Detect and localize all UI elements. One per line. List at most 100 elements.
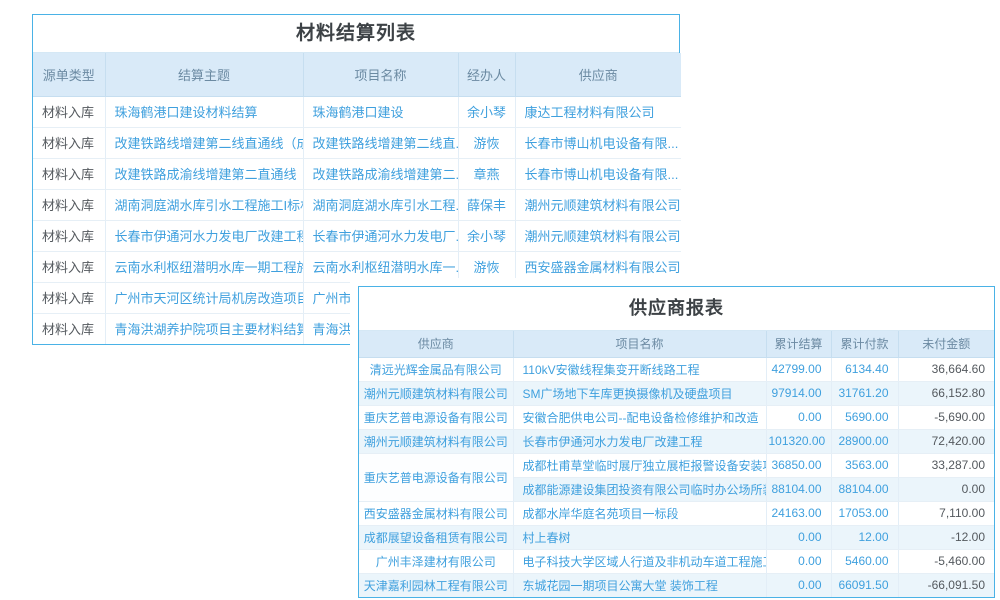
cell-type: 材料入库 bbox=[33, 282, 105, 313]
cell-settled[interactable]: 97914.00 bbox=[766, 381, 831, 405]
cell-supplier[interactable]: 重庆艺普电源设备有限公司 bbox=[359, 453, 513, 501]
cell-project[interactable]: 改建铁路成渝线增建第二... bbox=[303, 158, 458, 189]
col-header-total-paid: 累计付款 bbox=[831, 331, 898, 357]
cell-project[interactable]: 长春市伊通河水力发电厂改建工程 bbox=[513, 429, 766, 453]
cell-handler[interactable]: 章燕 bbox=[458, 158, 515, 189]
cell-subject[interactable]: 改建铁路线增建第二线直通线（成... bbox=[105, 127, 303, 158]
cell-unpaid: 36,664.60 bbox=[898, 357, 994, 381]
cell-paid[interactable]: 12.00 bbox=[831, 525, 898, 549]
cell-subject[interactable]: 湖南洞庭湖水库引水工程施工I标材... bbox=[105, 189, 303, 220]
cell-project[interactable]: 成都能源建设集团投资有限公司临时办公场所装 bbox=[513, 477, 766, 501]
cell-project[interactable]: 成都水岸华庭名苑项目一标段 bbox=[513, 501, 766, 525]
table-row: 材料入库湖南洞庭湖水库引水工程施工I标材...湖南洞庭湖水库引水工程...薛保丰… bbox=[33, 189, 681, 220]
col-header-unpaid-amount: 未付金额 bbox=[898, 331, 994, 357]
cell-supplier[interactable]: 长春市博山机电设备有限... bbox=[515, 158, 681, 189]
cell-subject[interactable]: 珠海鹤港口建设材料结算 bbox=[105, 96, 303, 127]
cell-settled[interactable]: 88104.00 bbox=[766, 477, 831, 501]
cell-supplier[interactable]: 重庆艺普电源设备有限公司 bbox=[359, 405, 513, 429]
supplier-report-header: 供应商 项目名称 累计结算 累计付款 未付金额 bbox=[359, 331, 994, 357]
cell-supplier[interactable]: 潮州元顺建筑材料有限公司 bbox=[515, 189, 681, 220]
cell-supplier[interactable]: 康达工程材料有限公司 bbox=[515, 96, 681, 127]
cell-type: 材料入库 bbox=[33, 127, 105, 158]
cell-supplier[interactable]: 潮州元顺建筑材料有限公司 bbox=[515, 220, 681, 251]
cell-paid[interactable]: 66091.50 bbox=[831, 573, 898, 597]
col-header-supplier: 供应商 bbox=[515, 53, 681, 96]
cell-project[interactable]: 东城花园一期项目公寓大堂 装饰工程 bbox=[513, 573, 766, 597]
cell-supplier[interactable]: 西安盛器金属材料有限公司 bbox=[515, 251, 681, 282]
cell-project[interactable]: 长春市伊通河水力发电厂... bbox=[303, 220, 458, 251]
col-header-handler: 经办人 bbox=[458, 53, 515, 96]
cell-unpaid: 72,420.00 bbox=[898, 429, 994, 453]
cell-unpaid: 66,152.80 bbox=[898, 381, 994, 405]
col-header-settlement-subject: 结算主题 bbox=[105, 53, 303, 96]
cell-handler[interactable]: 游恢 bbox=[458, 251, 515, 282]
cell-project[interactable]: 村上春树 bbox=[513, 525, 766, 549]
table-row: 重庆艺普电源设备有限公司安徽合肥供电公司--配电设备检修维护和改造0.00569… bbox=[359, 405, 994, 429]
cell-type: 材料入库 bbox=[33, 158, 105, 189]
cell-project[interactable]: SM广场地下车库更换摄像机及硬盘项目 bbox=[513, 381, 766, 405]
supplier-report-body: 清远光辉金属品有限公司110kV安徽线程集变开断线路工程42799.006134… bbox=[359, 357, 994, 597]
cell-settled[interactable]: 0.00 bbox=[766, 549, 831, 573]
cell-project[interactable]: 改建铁路线增建第二线直... bbox=[303, 127, 458, 158]
cell-unpaid: -5,460.00 bbox=[898, 549, 994, 573]
cell-project[interactable]: 电子科技大学区域人行道及非机动车道工程施工 bbox=[513, 549, 766, 573]
supplier-report-title: 供应商报表 bbox=[359, 287, 994, 331]
cell-settled[interactable]: 0.00 bbox=[766, 525, 831, 549]
supplier-report-table: 供应商 项目名称 累计结算 累计付款 未付金额 清远光辉金属品有限公司110kV… bbox=[359, 331, 994, 597]
cell-settled[interactable]: 24163.00 bbox=[766, 501, 831, 525]
table-row: 西安盛器金属材料有限公司成都水岸华庭名苑项目一标段24163.0017053.0… bbox=[359, 501, 994, 525]
table-row: 材料入库长春市伊通河水力发电厂改建工程...长春市伊通河水力发电厂...余小琴潮… bbox=[33, 220, 681, 251]
cell-unpaid: -66,091.50 bbox=[898, 573, 994, 597]
cell-project[interactable]: 成都杜甫草堂临时展厅独立展柜报警设备安装项 bbox=[513, 453, 766, 477]
cell-paid[interactable]: 88104.00 bbox=[831, 477, 898, 501]
cell-settled[interactable]: 0.00 bbox=[766, 405, 831, 429]
cell-paid[interactable]: 17053.00 bbox=[831, 501, 898, 525]
cell-handler[interactable]: 余小琴 bbox=[458, 220, 515, 251]
table-row: 材料入库改建铁路成渝线增建第二直通线（...改建铁路成渝线增建第二...章燕长春… bbox=[33, 158, 681, 189]
cell-supplier[interactable]: 长春市博山机电设备有限... bbox=[515, 127, 681, 158]
cell-subject[interactable]: 长春市伊通河水力发电厂改建工程... bbox=[105, 220, 303, 251]
col-header-project-name: 项目名称 bbox=[513, 331, 766, 357]
cell-unpaid: 7,110.00 bbox=[898, 501, 994, 525]
cell-settled[interactable]: 42799.00 bbox=[766, 357, 831, 381]
cell-project[interactable]: 湖南洞庭湖水库引水工程... bbox=[303, 189, 458, 220]
cell-handler[interactable]: 薛保丰 bbox=[458, 189, 515, 220]
table-row: 成都展望设备租赁有限公司村上春树0.0012.00-12.00 bbox=[359, 525, 994, 549]
cell-supplier[interactable]: 西安盛器金属材料有限公司 bbox=[359, 501, 513, 525]
cell-handler[interactable]: 余小琴 bbox=[458, 96, 515, 127]
cell-subject[interactable]: 云南水利枢纽潜明水库一期工程施... bbox=[105, 251, 303, 282]
cell-project[interactable]: 安徽合肥供电公司--配电设备检修维护和改造 bbox=[513, 405, 766, 429]
cell-paid[interactable]: 3563.00 bbox=[831, 453, 898, 477]
cell-subject[interactable]: 广州市天河区统计局机房改造项目... bbox=[105, 282, 303, 313]
cell-supplier[interactable]: 潮州元顺建筑材料有限公司 bbox=[359, 381, 513, 405]
header-row: 源单类型 结算主题 项目名称 经办人 供应商 bbox=[33, 53, 681, 96]
cell-supplier[interactable]: 广州丰泽建材有限公司 bbox=[359, 549, 513, 573]
cell-settled[interactable]: 0.00 bbox=[766, 573, 831, 597]
cell-paid[interactable]: 5690.00 bbox=[831, 405, 898, 429]
table-row: 材料入库云南水利枢纽潜明水库一期工程施...云南水利枢纽潜明水库一...游恢西安… bbox=[33, 251, 681, 282]
table-row: 潮州元顺建筑材料有限公司SM广场地下车库更换摄像机及硬盘项目97914.0031… bbox=[359, 381, 994, 405]
cell-project[interactable]: 云南水利枢纽潜明水库一... bbox=[303, 251, 458, 282]
cell-unpaid: -12.00 bbox=[898, 525, 994, 549]
cell-supplier[interactable]: 潮州元顺建筑材料有限公司 bbox=[359, 429, 513, 453]
cell-project[interactable]: 珠海鹤港口建设 bbox=[303, 96, 458, 127]
cell-paid[interactable]: 28900.00 bbox=[831, 429, 898, 453]
cell-supplier[interactable]: 成都展望设备租赁有限公司 bbox=[359, 525, 513, 549]
table-row: 广州丰泽建材有限公司电子科技大学区域人行道及非机动车道工程施工0.005460.… bbox=[359, 549, 994, 573]
cell-supplier[interactable]: 天津嘉利园林工程有限公司 bbox=[359, 573, 513, 597]
cell-subject[interactable]: 改建铁路成渝线增建第二直通线（... bbox=[105, 158, 303, 189]
cell-subject[interactable]: 青海洪湖养护院项目主要材料结算 bbox=[105, 313, 303, 344]
cell-handler[interactable]: 游恢 bbox=[458, 127, 515, 158]
cell-project[interactable]: 110kV安徽线程集变开断线路工程 bbox=[513, 357, 766, 381]
cell-settled[interactable]: 36850.00 bbox=[766, 453, 831, 477]
table-row: 材料入库改建铁路线增建第二线直通线（成...改建铁路线增建第二线直...游恢长春… bbox=[33, 127, 681, 158]
cell-type: 材料入库 bbox=[33, 96, 105, 127]
cell-paid[interactable]: 6134.40 bbox=[831, 357, 898, 381]
table-row: 潮州元顺建筑材料有限公司长春市伊通河水力发电厂改建工程101320.002890… bbox=[359, 429, 994, 453]
cell-paid[interactable]: 31761.20 bbox=[831, 381, 898, 405]
cell-supplier[interactable]: 清远光辉金属品有限公司 bbox=[359, 357, 513, 381]
cell-paid[interactable]: 5460.00 bbox=[831, 549, 898, 573]
cell-settled[interactable]: 101320.00 bbox=[766, 429, 831, 453]
col-header-project-name: 项目名称 bbox=[303, 53, 458, 96]
cell-type: 材料入库 bbox=[33, 251, 105, 282]
